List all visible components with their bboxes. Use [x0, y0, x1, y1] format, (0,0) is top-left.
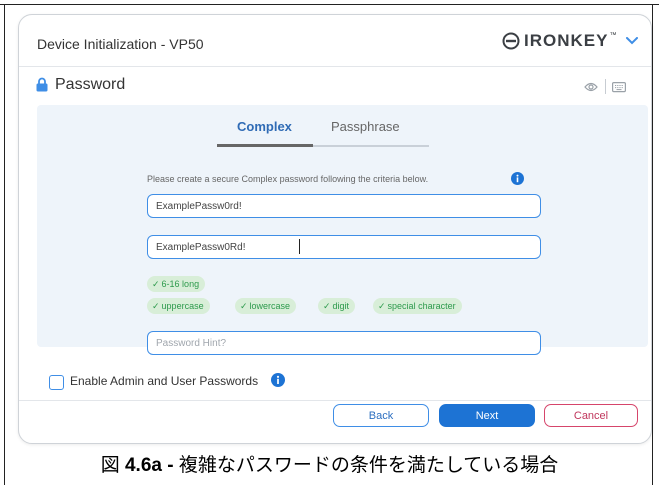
- info-icon[interactable]: [511, 172, 524, 190]
- password-hint-input[interactable]: [147, 331, 541, 355]
- keyboard-icon[interactable]: [612, 80, 627, 98]
- criteria-lowercase-chip: ✓ lowercase: [235, 298, 297, 314]
- caption-figure-number: 4.6a: [124, 455, 162, 476]
- password-panel: Complex Passphrase Please create a secur…: [37, 105, 648, 355]
- confirm-password-input[interactable]: [147, 235, 541, 259]
- back-button[interactable]: Back: [333, 404, 429, 427]
- eye-icon[interactable]: [584, 80, 598, 98]
- criteria-uppercase-chip: ✓ uppercase: [147, 298, 210, 314]
- tab-complex[interactable]: Complex: [237, 119, 292, 134]
- footer-divider: [19, 400, 651, 401]
- info-icon[interactable]: [271, 373, 285, 392]
- criteria-digit-label: digit: [332, 301, 350, 311]
- ironkey-logo-icon: [502, 32, 520, 50]
- next-button[interactable]: Next: [439, 404, 535, 427]
- check-icon: ✓: [152, 301, 160, 311]
- brand-name: IRONKEY: [524, 31, 609, 50]
- caption-text: 複雑なパスワードの条件を満たしている場合: [178, 455, 559, 476]
- section-title: Password: [55, 76, 126, 93]
- caption-prefix: 図: [100, 455, 120, 476]
- brand-logo: IRONKEY ™: [502, 28, 639, 54]
- criteria-length-label: 6-16 long: [161, 279, 200, 289]
- figure-frame-left: [4, 4, 5, 485]
- criteria-digit-chip: ✓ digit: [318, 298, 356, 314]
- title-bar: Device Initialization - VP50 IRONKEY ™: [19, 15, 651, 65]
- tab-passphrase[interactable]: Passphrase: [331, 119, 400, 134]
- criteria-length-chip: ✓ 6-16 long: [147, 276, 206, 292]
- cancel-button[interactable]: Cancel: [544, 404, 638, 427]
- check-icon: ✓: [323, 301, 331, 311]
- lock-icon: [36, 77, 48, 97]
- admin-user-checkbox[interactable]: [49, 375, 64, 390]
- criteria-uppercase-label: uppercase: [161, 301, 204, 311]
- icon-divider: [605, 79, 606, 94]
- check-icon: ✓: [240, 301, 248, 311]
- window-title: Device Initialization - VP50: [37, 36, 204, 52]
- text-caret: [299, 239, 300, 254]
- criteria-special-chip: ✓ special character: [373, 298, 462, 314]
- brand-trademark: ™: [609, 31, 617, 39]
- dialog-window: Device Initialization - VP50 IRONKEY ™ P…: [18, 14, 652, 444]
- password-instructions: Please create a secure Complex password …: [147, 174, 429, 184]
- check-icon: ✓: [378, 301, 386, 311]
- password-input[interactable]: [147, 194, 541, 218]
- check-icon: ✓: [152, 279, 160, 289]
- admin-user-label[interactable]: Enable Admin and User Passwords: [70, 374, 258, 388]
- figure-frame-right: [652, 4, 653, 485]
- caption-separator: -: [167, 455, 174, 476]
- tab-active-indicator: [217, 144, 313, 147]
- criteria-special-label: special character: [387, 301, 456, 311]
- section-header: Password: [19, 66, 651, 105]
- chevron-down-icon[interactable]: [626, 37, 639, 45]
- criteria-lowercase-label: lowercase: [249, 301, 291, 311]
- figure-caption: 図 4.6a - 複雑なパスワードの条件を満たしている場合: [0, 450, 659, 477]
- figure-frame-top: [0, 4, 659, 5]
